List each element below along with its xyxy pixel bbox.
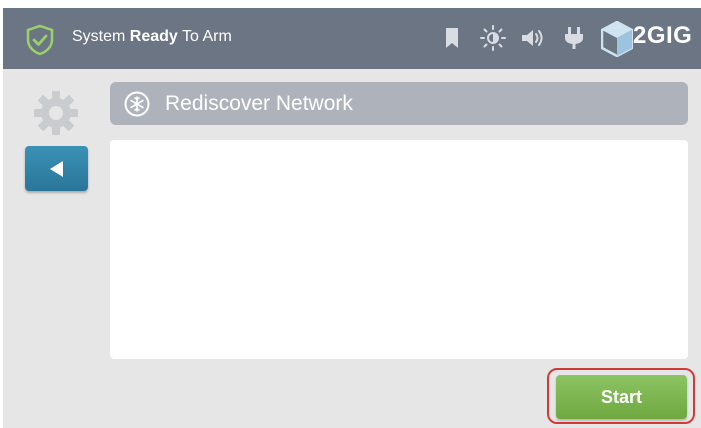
gear-icon[interactable] <box>33 90 79 136</box>
volume-icon[interactable] <box>521 28 547 48</box>
status-prefix: System <box>72 28 130 45</box>
page-title: Rediscover Network <box>165 92 353 115</box>
status-bar: System Ready To Arm 2GIG <box>3 8 701 69</box>
system-status: System Ready To Arm <box>72 28 232 46</box>
start-button[interactable]: Start <box>556 375 687 419</box>
brightness-icon[interactable] <box>480 25 506 51</box>
status-ready: Ready <box>129 28 178 45</box>
shield-check-icon[interactable] <box>25 24 55 56</box>
brand-name: 2GIG <box>633 22 693 49</box>
back-arrow-icon <box>49 160 63 177</box>
content-panel <box>110 140 688 359</box>
power-plug-icon[interactable] <box>563 26 585 50</box>
brand-logo-icon <box>601 21 633 57</box>
page-title-bar: Rediscover Network <box>110 82 688 125</box>
status-suffix: To Arm <box>177 28 232 45</box>
app-frame: System Ready To Arm 2GIG Rediscover Netw… <box>3 8 701 428</box>
bookmark-icon[interactable] <box>445 27 459 49</box>
back-button[interactable] <box>25 146 88 191</box>
snowflake-icon <box>124 91 150 117</box>
